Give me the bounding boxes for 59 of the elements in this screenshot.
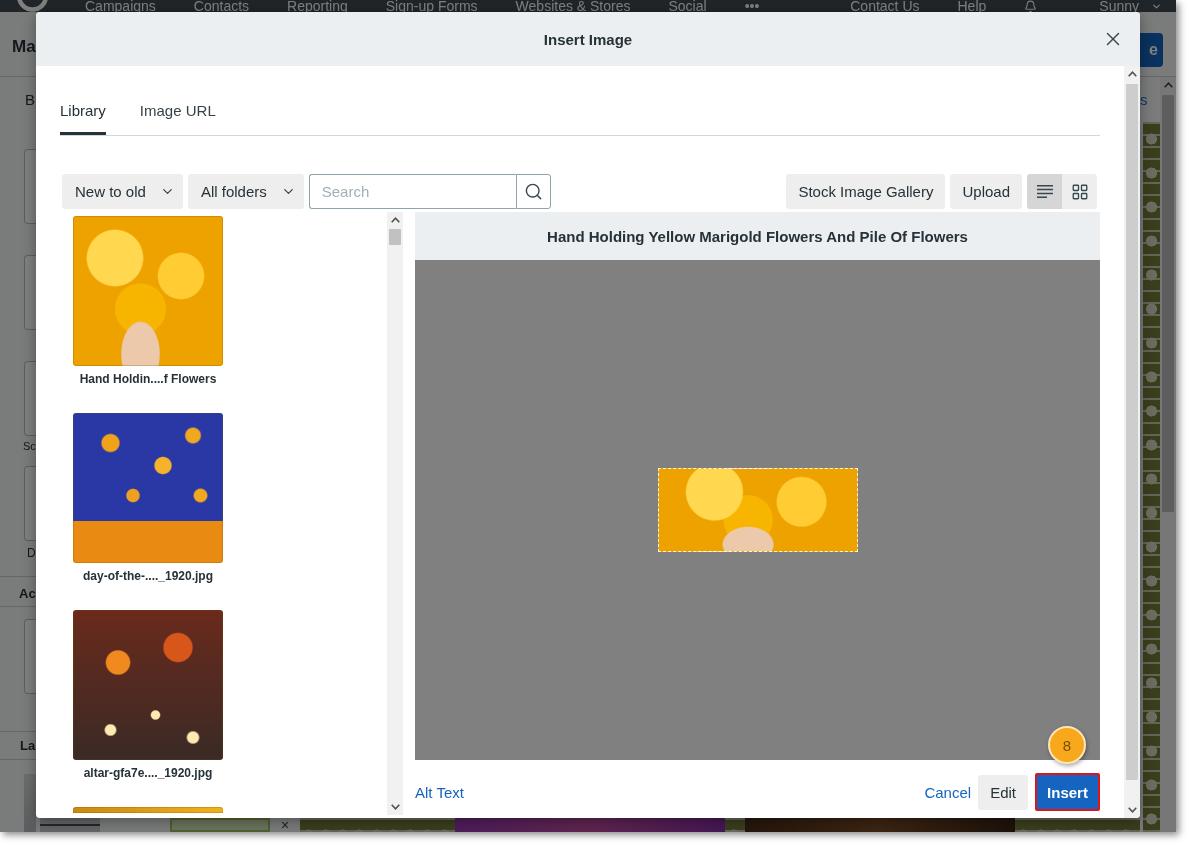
layout-tile[interactable] xyxy=(24,466,36,541)
side-link[interactable]: s xyxy=(1140,92,1148,108)
layout-tile[interactable] xyxy=(24,619,36,694)
photo-placeholder[interactable] xyxy=(73,413,223,563)
sort-dropdown[interactable]: New to old xyxy=(62,174,183,209)
layout-tile[interactable] xyxy=(24,255,36,330)
pattern-placeholder xyxy=(725,818,745,832)
tab[interactable]: Library xyxy=(60,89,106,135)
bell-icon[interactable] xyxy=(1024,0,1038,13)
photo-placeholder xyxy=(40,818,100,832)
section-heading: La xyxy=(20,737,36,755)
nav-item[interactable]: Social xyxy=(668,0,707,12)
list-icon xyxy=(1036,185,1053,198)
scrollbar-thumb[interactable] xyxy=(1126,84,1138,780)
preview-title: Hand Holding Yellow Marigold Flowers And Pile Of Flowers xyxy=(547,227,968,245)
photo-placeholder xyxy=(24,774,36,832)
cancel-link[interactable]: Cancel xyxy=(924,783,972,801)
image-caption: day-of-the-...._1920.jpg xyxy=(83,568,213,584)
close-mark[interactable]: × xyxy=(270,818,300,832)
folder-dropdown[interactable]: All folders xyxy=(187,174,304,209)
nav-item[interactable]: Contacts xyxy=(193,0,250,12)
stock-gallery-button[interactable]: Stock Image Gallery xyxy=(786,174,946,209)
grid-view-button[interactable] xyxy=(1062,174,1097,209)
search-icon xyxy=(523,182,543,201)
logo-icon[interactable] xyxy=(17,0,48,12)
user-menu[interactable]: Sunny xyxy=(1099,0,1139,12)
page-title: Ma xyxy=(12,36,36,58)
tile-caption: Sc xyxy=(23,439,36,454)
insert-button[interactable]: Insert xyxy=(1035,773,1100,811)
section-heading: Ac xyxy=(19,585,36,603)
editor-tab[interactable]: B xyxy=(25,89,35,111)
dialog-title: Insert Image xyxy=(543,30,633,48)
image-caption: altar-gfa7e...._1920.jpg xyxy=(83,765,213,781)
header-button[interactable]: e xyxy=(1140,33,1163,67)
scroll-up-icon[interactable] xyxy=(390,217,400,223)
scroll-up-icon[interactable] xyxy=(1127,71,1137,77)
scrollbar-thumb[interactable] xyxy=(389,229,401,245)
layout-tile[interactable] xyxy=(24,149,36,224)
nav-link[interactable]: Contact Us xyxy=(850,0,920,12)
search-button[interactable] xyxy=(515,174,551,209)
tab[interactable]: Image URL xyxy=(139,89,216,135)
search-field[interactable]: Search xyxy=(308,174,516,209)
nav-item[interactable]: Reporting xyxy=(287,0,348,12)
grid-icon xyxy=(1070,182,1089,201)
image-caption: Hand Holdin....f Flowers xyxy=(79,371,217,387)
edit-button[interactable]: Edit xyxy=(978,774,1028,810)
layout-tile[interactable] xyxy=(24,361,36,436)
scroll-down-icon[interactable] xyxy=(1127,807,1137,813)
scroll-up-icon[interactable] xyxy=(1163,82,1173,88)
more-button[interactable]: ••• xyxy=(744,0,760,12)
tile-caption: D xyxy=(27,545,36,561)
upload-button[interactable]: Upload xyxy=(950,174,1022,209)
scroll-down-icon[interactable] xyxy=(390,804,400,810)
nav-item[interactable]: Websites & Stores xyxy=(515,0,631,12)
scrollbar-thumb[interactable] xyxy=(1162,95,1174,512)
list-view-button[interactable] xyxy=(1027,174,1062,209)
nav-link[interactable]: Help xyxy=(957,0,987,12)
alt-text-link[interactable]: Alt Text xyxy=(415,783,464,801)
photo-placeholder[interactable] xyxy=(73,610,223,760)
